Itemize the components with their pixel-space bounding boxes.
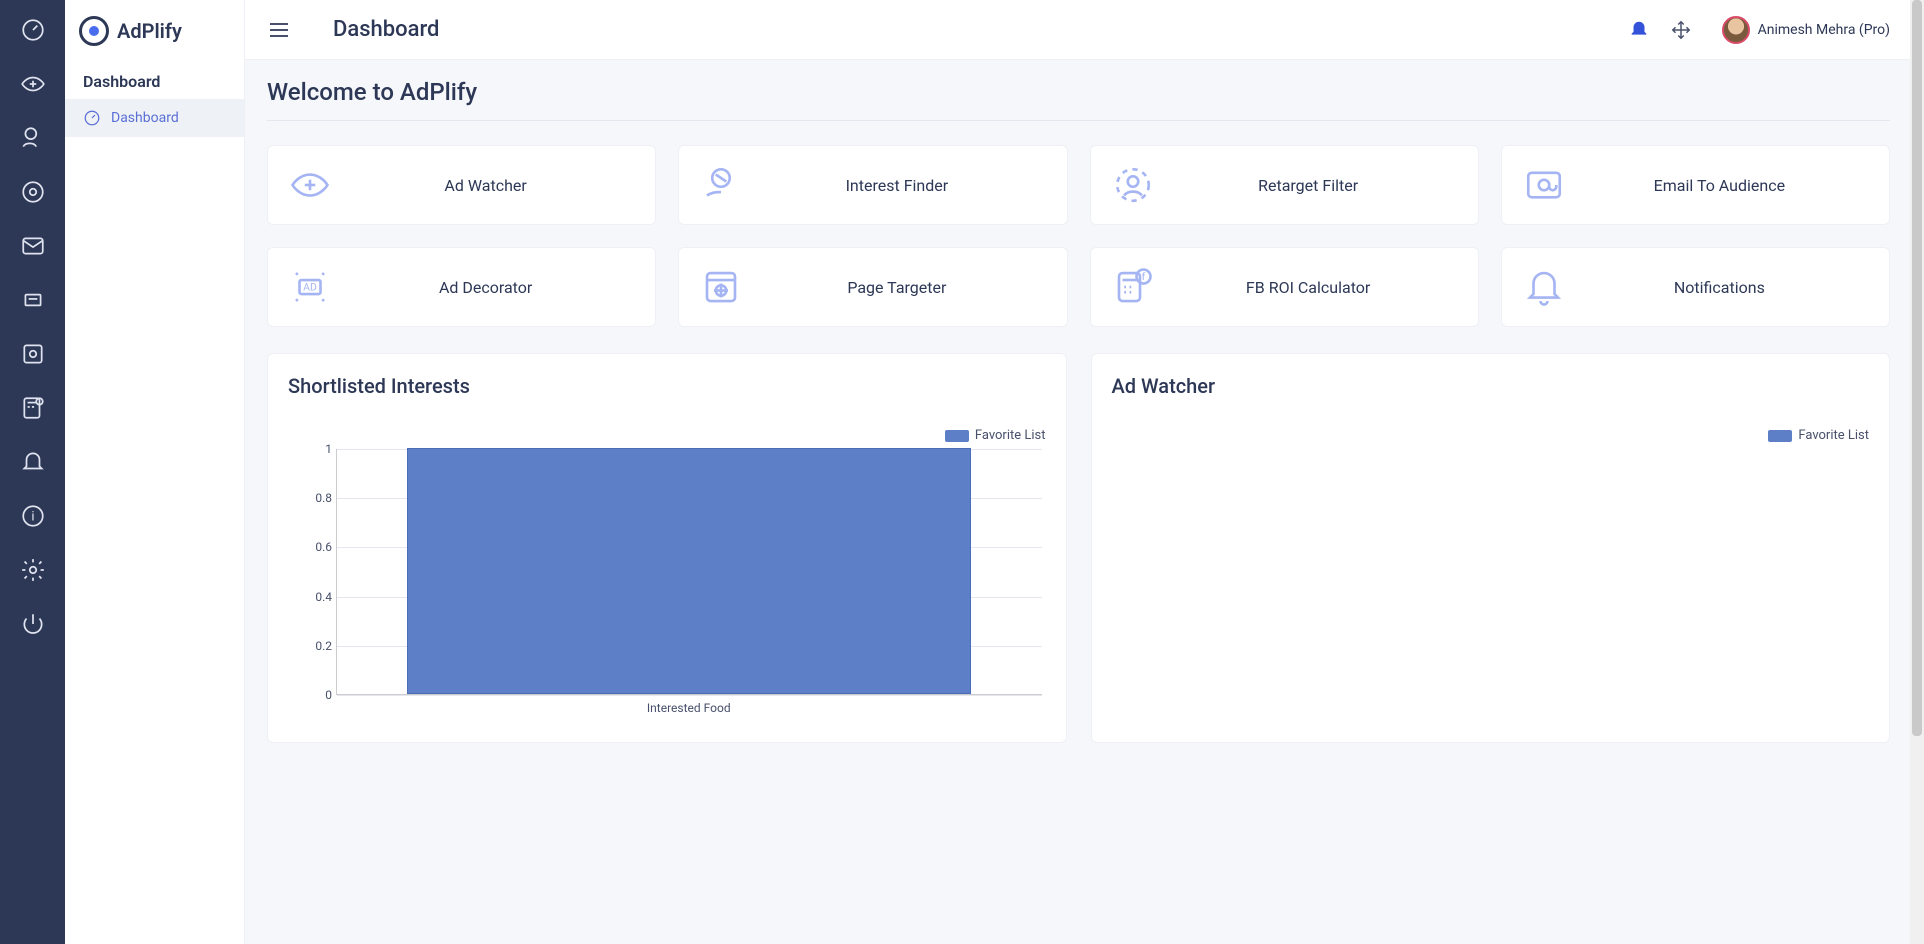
- tile-ad-decorator[interactable]: AD Ad Decorator: [267, 247, 656, 327]
- tile-grid: Ad Watcher Interest Finder Retarget Filt…: [267, 145, 1890, 327]
- legend-label: Favorite List: [1798, 428, 1869, 443]
- rail-settings-icon[interactable]: [13, 554, 53, 586]
- panel-shortlisted: Shortlisted Interests Favorite List 00.2…: [267, 353, 1067, 743]
- sidebar-item-label: Dashboard: [111, 110, 179, 126]
- fullscreen-icon[interactable]: [1670, 19, 1692, 41]
- rail-power-icon[interactable]: [13, 608, 53, 640]
- tile-notifications[interactable]: Notifications: [1501, 247, 1890, 327]
- bell-outline-icon: [1520, 263, 1568, 311]
- target-user-icon: [1109, 161, 1157, 209]
- svg-text:AD: AD: [303, 281, 317, 294]
- rail-adwatcher-icon[interactable]: [13, 68, 53, 100]
- tile-ad-watcher[interactable]: Ad Watcher: [267, 145, 656, 225]
- panel-adwatcher: Ad Watcher Favorite List: [1091, 353, 1891, 743]
- chart-plot-area: [336, 449, 1042, 695]
- user-menu[interactable]: Animesh Mehra (Pro): [1722, 16, 1890, 44]
- rail-decorator-icon[interactable]: [13, 284, 53, 316]
- rail-interest-icon[interactable]: [13, 122, 53, 154]
- tile-interest-finder[interactable]: Interest Finder: [678, 145, 1067, 225]
- rail-email-icon[interactable]: [13, 230, 53, 262]
- content: Welcome to AdPlify Ad Watcher Interest F…: [245, 60, 1912, 761]
- sidebar-item-dashboard[interactable]: Dashboard: [65, 99, 244, 137]
- mail-at-icon: [1520, 161, 1568, 209]
- welcome-heading: Welcome to AdPlify: [267, 78, 1890, 121]
- tile-label: Page Targeter: [745, 278, 1048, 297]
- rail-dashboard-icon[interactable]: [13, 14, 53, 46]
- panel-title: Ad Watcher: [1112, 374, 1870, 398]
- tile-retarget-filter[interactable]: Retarget Filter: [1090, 145, 1479, 225]
- tile-label: Ad Decorator: [334, 278, 637, 297]
- window-scrollbar[interactable]: [1910, 0, 1924, 944]
- rail-retarget-icon[interactable]: [13, 176, 53, 208]
- brand-name: AdPlify: [117, 19, 182, 43]
- legend-swatch-icon: [1768, 430, 1792, 442]
- legend-swatch-icon: [945, 430, 969, 442]
- ad-sparkle-icon: AD: [286, 263, 334, 311]
- panel-title: Shortlisted Interests: [288, 374, 1046, 398]
- rail-targeter-icon[interactable]: [13, 338, 53, 370]
- rail-notifications-icon[interactable]: [13, 446, 53, 478]
- brand[interactable]: AdPlify: [65, 0, 244, 58]
- tile-roi-calc[interactable]: f FB ROI Calculator: [1090, 247, 1479, 327]
- page-target-icon: [697, 263, 745, 311]
- hand-percent-icon: [697, 161, 745, 209]
- tile-label: FB ROI Calculator: [1157, 278, 1460, 297]
- tile-page-targeter[interactable]: Page Targeter: [678, 247, 1067, 327]
- svg-text:f: f: [1141, 270, 1145, 283]
- legend-label: Favorite List: [975, 428, 1046, 443]
- sidebar: AdPlify Dashboard Dashboard: [65, 0, 245, 944]
- icon-rail: i: [0, 0, 65, 944]
- chart-x-label: Interested Food: [336, 701, 1042, 715]
- tile-label: Notifications: [1568, 278, 1871, 297]
- chart-y-axis: 00.20.40.60.81: [306, 449, 334, 695]
- bell-icon[interactable]: [1628, 19, 1650, 41]
- topbar: Dashboard Animesh Mehra (Pro): [245, 0, 1912, 60]
- svg-text:i: i: [31, 509, 34, 524]
- chart-legend: Favorite List: [288, 428, 1046, 443]
- calc-fb-icon: f: [1109, 263, 1157, 311]
- user-name: Animesh Mehra (Pro): [1758, 22, 1890, 38]
- eye-plus-icon: [286, 161, 334, 209]
- sidebar-heading: Dashboard: [65, 58, 244, 99]
- page-title: Dashboard: [333, 17, 439, 42]
- gauge-icon: [83, 109, 101, 127]
- chart-legend: Favorite List: [1112, 428, 1870, 443]
- rail-help-icon[interactable]: i: [13, 500, 53, 532]
- tile-email-audience[interactable]: Email To Audience: [1501, 145, 1890, 225]
- tile-label: Ad Watcher: [334, 176, 637, 195]
- panel-row: Shortlisted Interests Favorite List 00.2…: [267, 353, 1890, 743]
- shortlisted-chart: 00.20.40.60.81 Interested Food: [306, 449, 1046, 719]
- tile-label: Email To Audience: [1568, 176, 1871, 195]
- menu-icon[interactable]: [267, 18, 291, 42]
- tile-label: Interest Finder: [745, 176, 1048, 195]
- tile-label: Retarget Filter: [1157, 176, 1460, 195]
- avatar: [1722, 16, 1750, 44]
- brand-logo-icon: [79, 16, 109, 46]
- window-scrollbar-thumb[interactable]: [1912, 0, 1922, 736]
- main: Dashboard Animesh Mehra (Pro) Welcome to…: [245, 0, 1912, 944]
- rail-roi-icon[interactable]: [13, 392, 53, 424]
